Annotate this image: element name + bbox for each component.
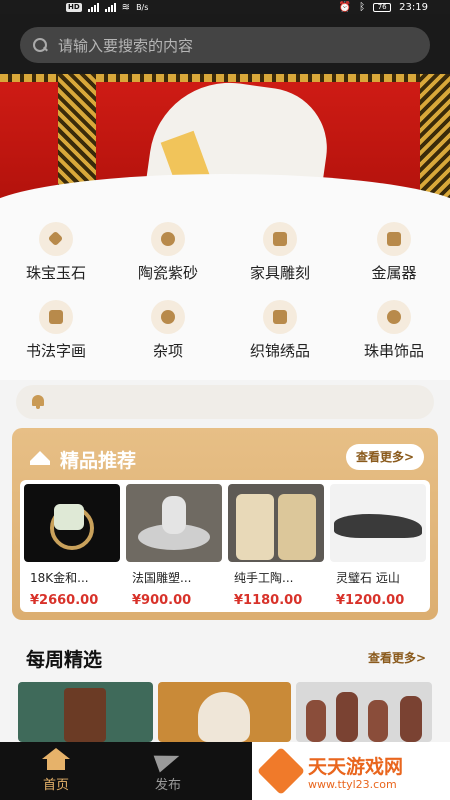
wifi-icon: ≋ [121, 1, 131, 13]
nav-home[interactable]: 首页 [26, 748, 86, 793]
featured-items: 18K金和... ¥2660.00 法国雕塑... ¥900.00 纯手工陶..… [20, 480, 430, 612]
category-label: 陶瓷紫砂 [137, 264, 198, 282]
battery-icon: 76 [373, 2, 392, 12]
product-image-ring [24, 484, 120, 562]
featured-item[interactable]: 灵璧石 远山 ¥1200.00 [330, 484, 426, 608]
banner-image[interactable] [0, 74, 450, 200]
embroidery-icon [263, 300, 297, 334]
category-label: 珠串饰品 [363, 342, 424, 360]
category-grid: 珠宝玉石 陶瓷紫砂 家具雕刻 金属器 书法字画 杂项 织锦绣品 珠串饰品 [0, 200, 450, 380]
beads-icon [377, 300, 411, 334]
product-price: ¥2660.00 [30, 593, 99, 608]
signal-icon [87, 2, 99, 12]
category-label: 织锦绣品 [249, 342, 310, 360]
featured-item[interactable]: 18K金和... ¥2660.00 [24, 484, 120, 608]
notice-bar[interactable] [16, 385, 434, 419]
search-bar[interactable]: 请输入要搜索的内容 [20, 27, 430, 63]
category-jewel[interactable]: 珠宝玉石 [6, 222, 106, 283]
metal-icon [377, 222, 411, 256]
featured-title: 精品推荐 [60, 450, 137, 472]
hd-badge: HD [66, 2, 82, 12]
featured-more-button[interactable]: 查看更多> [345, 444, 424, 470]
product-name: 法国雕塑... [132, 571, 192, 585]
weekly-more-link[interactable]: 查看更多> [368, 649, 426, 666]
status-bar: HD ≋ B/s ⏰ ᛒ 76 23:19 [0, 0, 450, 14]
category-label: 家具雕刻 [249, 264, 310, 282]
product-image-pottery [228, 484, 324, 562]
category-calligraphy[interactable]: 书法字画 [6, 300, 106, 361]
product-price: ¥1180.00 [234, 593, 303, 608]
top-area: 请输入要搜索的内容 [0, 14, 450, 74]
featured-section: 精品推荐 查看更多> 18K金和... ¥2660.00 法国雕塑... ¥90… [12, 428, 438, 620]
alarm-icon: ⏰ [338, 1, 352, 13]
jewel-icon [39, 222, 73, 256]
product-image-stone [330, 484, 426, 562]
ceramic-icon [151, 222, 185, 256]
crown-icon [30, 451, 50, 465]
signal-icon-2 [104, 2, 116, 12]
nav-publish-label: 发布 [154, 778, 181, 793]
category-beads[interactable]: 珠串饰品 [344, 300, 444, 361]
search-input[interactable]: 请输入要搜索的内容 [58, 35, 193, 56]
clock: 23:19 [399, 1, 428, 13]
category-label: 书法字画 [25, 342, 86, 360]
weekly-item-vases[interactable] [296, 682, 432, 742]
watermark-title: 天天游戏网 [308, 756, 404, 778]
category-ceramic[interactable]: 陶瓷紫砂 [118, 222, 218, 283]
category-label: 杂项 [152, 342, 183, 360]
furniture-icon [263, 222, 297, 256]
product-name: 纯手工陶... [234, 571, 294, 585]
watermark: 天天游戏网 www.ttyl23.com [252, 742, 450, 800]
watermark-url: www.ttyl23.com [308, 778, 397, 791]
weekly-item-chair[interactable] [18, 682, 153, 742]
category-embroidery[interactable]: 织锦绣品 [230, 300, 330, 361]
product-price: ¥900.00 [132, 593, 192, 608]
banner-pattern-right [420, 74, 450, 200]
weekly-item-teapot[interactable] [158, 682, 291, 742]
category-misc[interactable]: 杂项 [118, 300, 218, 361]
nav-home-label: 首页 [42, 778, 69, 793]
speed-label: B/s [136, 2, 149, 12]
product-price: ¥1200.00 [336, 593, 405, 608]
bell-icon [30, 394, 46, 410]
search-icon [32, 37, 48, 53]
category-metal[interactable]: 金属器 [344, 222, 444, 283]
product-name: 灵璧石 远山 [336, 571, 400, 585]
send-icon [154, 748, 182, 770]
home-icon [42, 748, 70, 770]
misc-icon [151, 300, 185, 334]
featured-item[interactable]: 法国雕塑... ¥900.00 [126, 484, 222, 608]
category-label: 珠宝玉石 [25, 264, 86, 282]
calligraphy-icon [39, 300, 73, 334]
featured-item[interactable]: 纯手工陶... ¥1180.00 [228, 484, 324, 608]
weekly-title: 每周精选 [26, 649, 103, 671]
nav-publish[interactable]: 发布 [138, 748, 198, 793]
watermark-logo-icon [256, 746, 306, 796]
bluetooth-icon: ᛒ [359, 1, 366, 13]
category-label: 金属器 [371, 264, 417, 282]
product-image-sculpture [126, 484, 222, 562]
category-furniture[interactable]: 家具雕刻 [230, 222, 330, 283]
product-name: 18K金和... [30, 571, 89, 585]
